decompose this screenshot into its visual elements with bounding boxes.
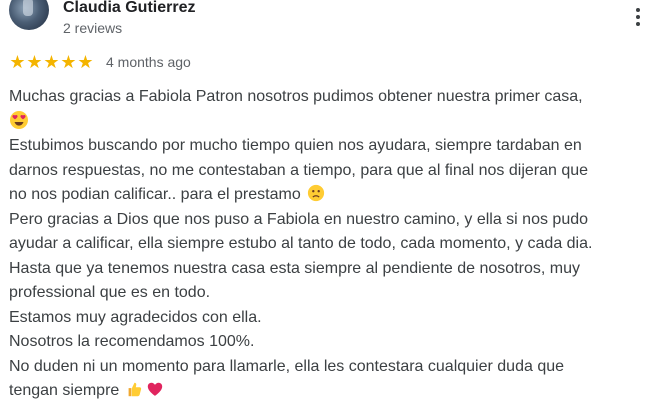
review-line: tengan siempre <box>9 379 645 404</box>
review-text: Muchas gracias a Fabiola Patron nosotros… <box>9 85 645 404</box>
more-vert-icon[interactable] <box>633 8 643 30</box>
review-line-text: tengan siempre <box>9 382 120 399</box>
star-icon: ★ <box>9 52 26 72</box>
review-line: Estubimos buscando por mucho tiempo quie… <box>9 137 582 154</box>
review-line: ayudar a calificar, ella siempre estubo … <box>9 235 593 252</box>
review-line: darnos respuestas, no me contestaban a t… <box>9 161 589 179</box>
review-line: Muchas gracias a Fabiola Patron nosotros… <box>9 88 583 105</box>
review-line: no nos podian calificar.. para el presta… <box>9 183 645 208</box>
star-icon: ★ <box>26 52 43 72</box>
review-line-emoji <box>9 110 645 135</box>
review-line: professional que es en todo. <box>9 284 211 301</box>
heart-eyes-emoji <box>10 110 28 129</box>
star-rating: ★ ★ ★ ★ ★ <box>9 53 94 71</box>
heart-emoji <box>148 382 163 396</box>
review-line: Pero gracias a Dios que nos puso a Fabio… <box>9 210 589 228</box>
rating-row: ★ ★ ★ ★ ★ 4 months ago <box>9 52 191 72</box>
star-icon: ★ <box>60 52 77 72</box>
review-date: 4 months ago <box>106 54 191 70</box>
sad-face-emoji <box>307 184 324 202</box>
review-header: Claudia Gutierrez 2 reviews <box>0 0 645 44</box>
review-line-text: no nos podian calificar.. para el presta… <box>9 186 301 203</box>
review-line: Nosotros la recomendamos 100%. <box>9 333 255 350</box>
review-line: Estamos muy agradecidos con ella. <box>9 308 262 326</box>
thumbs-up-emoji <box>128 382 142 397</box>
review-line: No duden ni un momento para llamarle, el… <box>9 357 565 375</box>
review-line: Hasta que ya tenemos nuestra casa esta s… <box>9 259 580 277</box>
author-review-count[interactable]: 2 reviews <box>63 20 122 36</box>
avatar[interactable] <box>9 0 49 30</box>
star-icon: ★ <box>77 52 94 72</box>
star-icon: ★ <box>43 52 60 72</box>
author-name[interactable]: Claudia Gutierrez <box>63 0 195 17</box>
